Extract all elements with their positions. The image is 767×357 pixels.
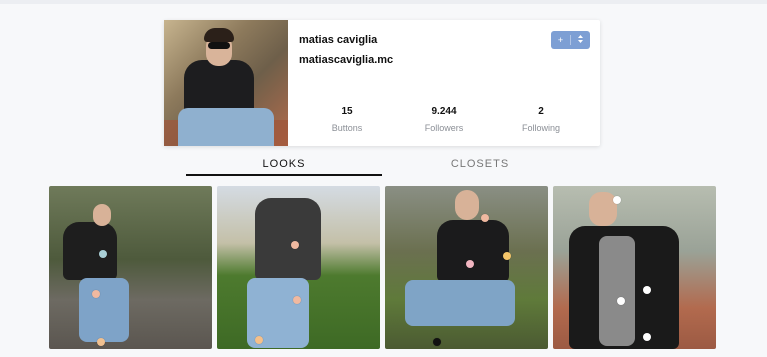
product-tag-dot[interactable] [293,296,301,304]
product-tag-dot[interactable] [97,338,105,346]
stat-value: 15 [341,106,353,117]
product-tag-dot[interactable] [503,252,511,260]
profile-action-buttons: + [551,31,590,49]
avatar[interactable] [164,20,288,146]
look-photo-3[interactable] [385,186,548,349]
product-tag-dot[interactable] [466,260,474,268]
stat-followers[interactable]: 9.244 Followers [404,106,484,133]
product-tag-dot[interactable] [291,241,299,249]
product-tag-dot[interactable] [433,338,441,346]
stat-label: Followers [424,123,464,133]
product-tag-dot[interactable] [643,333,651,341]
stat-value: 2 [538,106,544,117]
stat-label: Following [521,123,561,133]
stat-buttons[interactable]: 15 Buttons [307,106,387,133]
look-photo-2[interactable] [217,186,380,349]
product-tag-dot[interactable] [255,336,263,344]
more-icon [577,35,584,45]
more-button[interactable] [571,31,590,49]
look-photo-1[interactable] [49,186,212,349]
profile-name: matias caviglia [299,34,378,46]
look-photo-4[interactable] [553,186,716,349]
profile-handle: matiascaviglia.mc [299,54,394,66]
product-tag-dot[interactable] [92,290,100,298]
tab-closets[interactable]: CLOSETS [382,158,578,170]
top-bar [0,0,767,4]
stat-following[interactable]: 2 Following [501,106,581,133]
add-icon: + [557,35,564,45]
stat-value: 9.244 [431,106,457,117]
product-tag-dot[interactable] [613,196,621,204]
product-tag-dot[interactable] [643,286,651,294]
product-tag-dot[interactable] [99,250,107,258]
product-tag-dot[interactable] [481,214,489,222]
add-button[interactable]: + [551,31,570,49]
active-tab-indicator [186,174,382,176]
product-tag-dot[interactable] [617,297,625,305]
profile-card: matias caviglia matiascaviglia.mc + 15 B… [164,20,600,146]
tab-looks[interactable]: LOOKS [186,158,382,170]
stat-label: Buttons [331,123,363,133]
